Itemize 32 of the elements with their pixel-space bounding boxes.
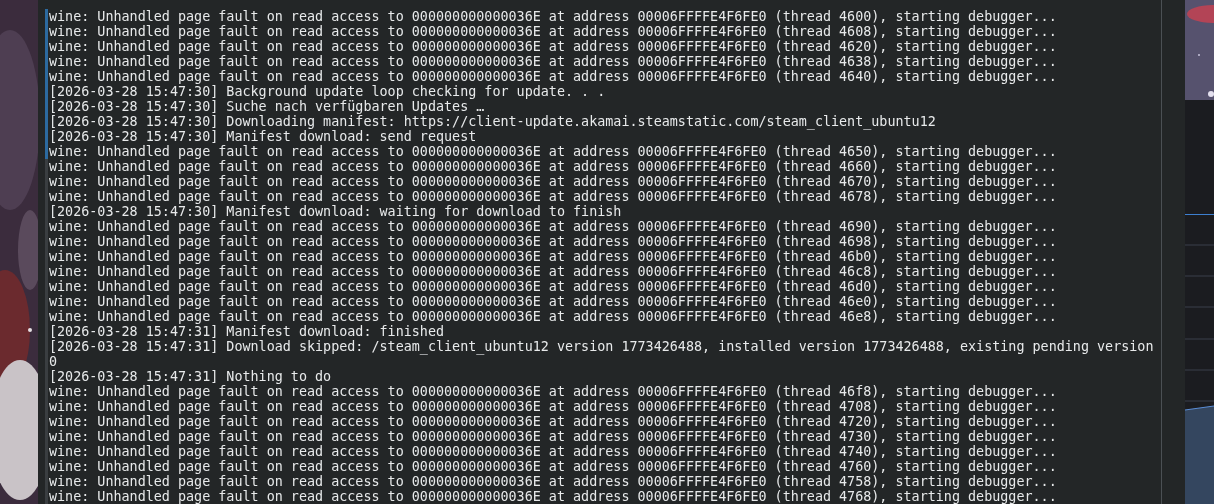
log-line: [2026-03-28 15:47:30] Manifest download: send request: [49, 129, 477, 144]
log-line: wine: Unhandled page fault on read access to 000000000000036E at address 00006FFFFE4F6FE0 (thread 4640), starting debugger...: [49, 69, 1058, 84]
log-line: wine: Unhandled page fault on read access to 000000000000036E at address 00006FFFFE4F6FE0 (thread 4708), starting debugger...: [49, 399, 1058, 414]
log-line: [2026-03-28 15:47:30] Suche nach verfügbaren Updates …: [49, 99, 486, 114]
log-line: wine: Unhandled page fault on read access to 000000000000036E at address 00006FFFFE4F6FE0 (thread 4758), starting debugger...: [49, 474, 1058, 489]
log-line: [2026-03-28 15:47:31] Download skipped: /steam_client_ubuntu12 version 1773426488, installed version 1773426488, existing pending version 0: [49, 339, 1155, 369]
log-line: wine: Unhandled page fault on read access to 000000000000036E at address 00006FFFFE4F6FE0 (thread 46e0), starting debugger...: [49, 294, 1058, 309]
log-line: wine: Unhandled page fault on read access to 000000000000036E at address 00006FFFFE4F6FE0 (thread 4690), starting debugger...: [49, 219, 1058, 234]
log-line: wine: Unhandled page fault on read access to 000000000000036E at address 00006FFFFE4F6FE0 (thread 4620), starting debugger...: [49, 39, 1058, 54]
log-line: [2026-03-28 15:47:30] Downloading manifest: https://client-update.akamai.steamstatic.com/steam_client_ubuntu12: [49, 114, 937, 129]
log-line: [2026-03-28 15:47:31] Nothing to do: [49, 369, 333, 384]
log-line: wine: Unhandled page fault on read access to 000000000000036E at address 00006FFFFE4F6FE0 (thread 4600), starting debugger...: [49, 9, 1058, 24]
log-line: wine: Unhandled page fault on read access to 000000000000036E at address 00006FFFFE4F6FE0 (thread 46b0), starting debugger...: [49, 249, 1058, 264]
log-line: wine: Unhandled page fault on read access to 000000000000036E at address 00006FFFFE4F6FE0 (thread 4768), starting debugger...: [49, 489, 1058, 504]
log-line: wine: Unhandled page fault on read access to 000000000000036E at address 00006FFFFE4F6FE0 (thread 4638), starting debugger...: [49, 54, 1058, 69]
log-line: wine: Unhandled page fault on read access to 000000000000036E at address 00006FFFFE4F6FE0 (thread 4720), starting debugger...: [49, 414, 1058, 429]
log-line: wine: Unhandled page fault on read access to 000000000000036E at address 00006FFFFE4F6FE0 (thread 4760), starting debugger...: [49, 459, 1058, 474]
log-line: wine: Unhandled page fault on read access to 000000000000036E at address 00006FFFFE4F6FE0 (thread 4670), starting debugger...: [49, 174, 1058, 189]
log-line: wine: Unhandled page fault on read access to 000000000000036E at address 00006FFFFE4F6FE0 (thread 4678), starting debugger...: [49, 189, 1058, 204]
log-line: wine: Unhandled page fault on read access to 000000000000036E at address 00006FFFFE4F6FE0 (thread 46d0), starting debugger...: [49, 279, 1058, 294]
log-line: wine: Unhandled page fault on read access to 000000000000036E at address 00006FFFFE4F6FE0 (thread 4730), starting debugger...: [49, 429, 1058, 444]
log-line: wine: Unhandled page fault on read access to 000000000000036E at address 00006FFFFE4F6FE0 (thread 4740), starting debugger...: [49, 444, 1058, 459]
log-line: wine: Unhandled page fault on read access to 000000000000036E at address 00006FFFFE4F6FE0 (thread 4650), starting debugger...: [49, 144, 1058, 159]
log-line: [2026-03-28 15:47:30] Background update loop checking for update. . .: [49, 84, 607, 99]
log-line: wine: Unhandled page fault on read access to 000000000000036E at address 00006FFFFE4F6FE0 (thread 46f8), starting debugger...: [49, 384, 1058, 399]
log-line: wine: Unhandled page fault on read access to 000000000000036E at address 00006FFFFE4F6FE0 (thread 46c8), starting debugger...: [49, 264, 1058, 279]
log-line: wine: Unhandled page fault on read access to 000000000000036E at address 00006FFFFE4F6FE0 (thread 4608), starting debugger...: [49, 24, 1058, 39]
log-line: [2026-03-28 15:47:31] Manifest download: finished: [49, 324, 446, 339]
log-line: [2026-03-28 15:47:30] Manifest download: waiting for download to finish: [49, 204, 623, 219]
log-line: wine: Unhandled page fault on read access to 000000000000036E at address 00006FFFFE4F6FE0 (thread 46e8), starting debugger...: [49, 309, 1058, 324]
log-line: wine: Unhandled page fault on read access to 000000000000036E at address 00006FFFFE4F6FE0 (thread 4698), starting debugger...: [49, 234, 1058, 249]
log-line: wine: Unhandled page fault on read access to 000000000000036E at address 00006FFFFE4F6FE0 (thread 4660), starting debugger...: [49, 159, 1058, 174]
